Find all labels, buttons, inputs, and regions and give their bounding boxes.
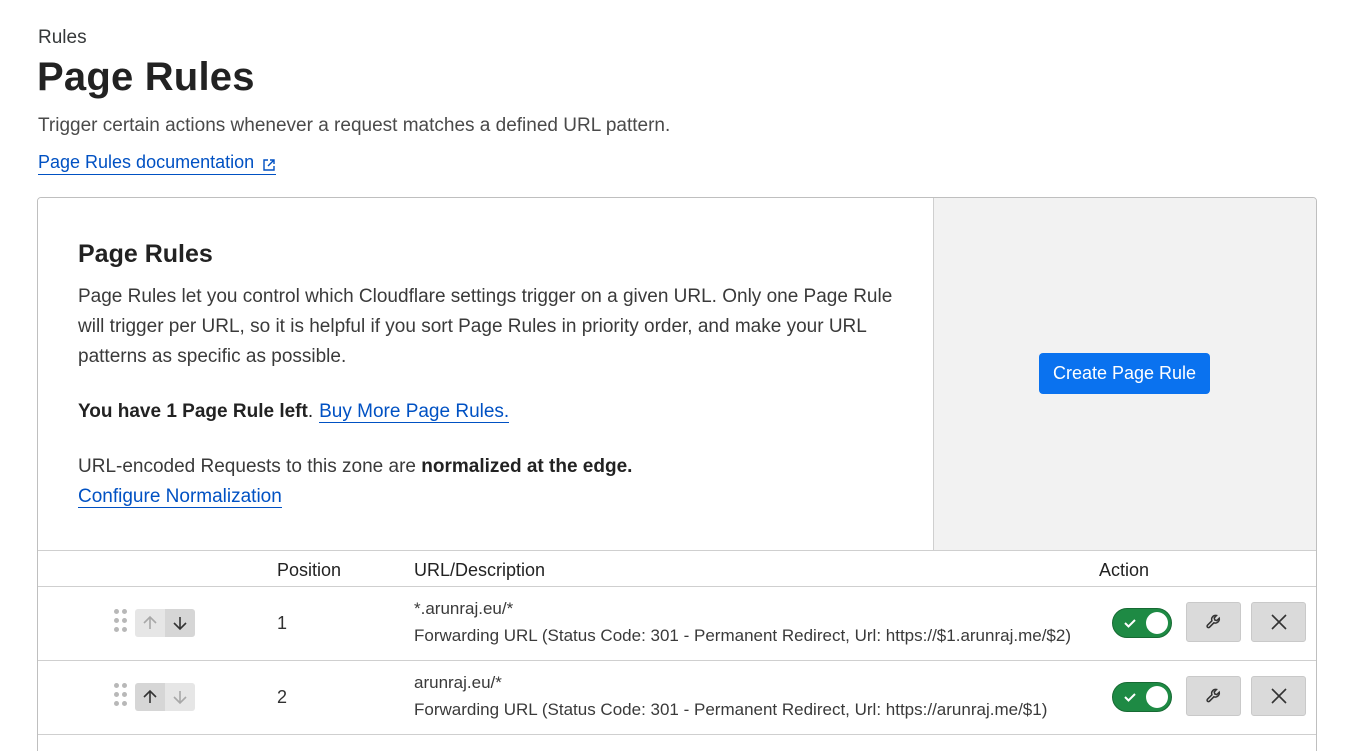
- table-row: 1 *.arunraj.eu/* Forwarding URL (Status …: [38, 587, 1316, 661]
- delete-rule-button[interactable]: [1251, 602, 1306, 642]
- edit-rule-button[interactable]: [1186, 676, 1241, 716]
- rule-enabled-toggle[interactable]: [1112, 682, 1172, 712]
- table-header: Position URL/Description Action: [38, 550, 1316, 587]
- card-description: Page Rules let you control which Cloudfl…: [78, 286, 893, 367]
- rule-limit-bold: You have 1 Page Rule left: [78, 401, 308, 422]
- check-icon: [1124, 693, 1136, 702]
- card-heading: Page Rules: [78, 240, 213, 268]
- page-title: Page Rules: [37, 55, 255, 99]
- column-header-url: URL/Description: [414, 560, 546, 580]
- rule-limit-text: You have 1 Page Rule left. Buy More Page …: [78, 401, 510, 423]
- create-page-rule-button[interactable]: Create Page Rule: [1039, 353, 1210, 394]
- table-row: 2 arunraj.eu/* Forwarding URL (Status Co…: [38, 661, 1316, 735]
- rule-url: *.arunraj.eu/*: [414, 599, 514, 618]
- documentation-link-label: Page Rules documentation: [38, 152, 255, 172]
- edit-rule-button[interactable]: [1186, 602, 1241, 642]
- normalization-text: URL-encoded Requests to this zone are: [78, 456, 422, 477]
- column-header-action: Action: [1099, 560, 1150, 580]
- drag-handle-icon[interactable]: [114, 609, 128, 635]
- move-down-button[interactable]: [165, 609, 195, 637]
- toggle-knob: [1146, 686, 1168, 708]
- arrow-down-icon: [173, 691, 187, 705]
- move-up-button[interactable]: [135, 609, 165, 637]
- configure-normalization-link[interactable]: Configure Normalization: [78, 486, 282, 508]
- rule-position: 2: [277, 687, 288, 707]
- arrow-down-icon: [173, 617, 187, 631]
- check-icon: [1124, 619, 1136, 628]
- page-rules-info-panel: Page Rules Page Rules let you control wh…: [38, 198, 934, 550]
- column-header-position: Position: [277, 560, 342, 580]
- arrow-up-icon: [143, 689, 157, 703]
- page-rules-card: Page Rules Page Rules let you control wh…: [37, 197, 1317, 751]
- move-up-button[interactable]: [135, 683, 165, 711]
- buy-more-link[interactable]: Buy More Page Rules.: [319, 401, 510, 423]
- documentation-link[interactable]: Page Rules documentation: [38, 152, 277, 175]
- arrow-up-icon: [143, 615, 157, 629]
- rule-enabled-toggle[interactable]: [1112, 608, 1172, 638]
- rule-position: 1: [277, 613, 288, 633]
- close-icon: [1270, 614, 1287, 630]
- normalization-bold: normalized at the edge.: [421, 456, 633, 477]
- create-rule-panel: Create Page Rule: [934, 198, 1316, 550]
- normalization-info: URL-encoded Requests to this zone are no…: [78, 452, 632, 512]
- rule-limit-period: .: [307, 401, 314, 422]
- wrench-icon: [1205, 614, 1220, 629]
- external-link-icon: [262, 156, 276, 171]
- page-subtitle: Trigger certain actions whenever a reque…: [38, 115, 671, 136]
- rule-description: Forwarding URL (Status Code: 301 - Perma…: [414, 626, 1071, 645]
- toggle-knob: [1146, 612, 1168, 634]
- move-down-button[interactable]: [165, 683, 195, 711]
- drag-handle-icon[interactable]: [114, 683, 128, 709]
- close-icon: [1270, 688, 1287, 704]
- breadcrumb: Rules: [38, 27, 87, 48]
- wrench-icon: [1205, 688, 1220, 703]
- rule-description: Forwarding URL (Status Code: 301 - Perma…: [414, 700, 1048, 719]
- rule-url: arunraj.eu/*: [414, 673, 502, 692]
- delete-rule-button[interactable]: [1251, 676, 1306, 716]
